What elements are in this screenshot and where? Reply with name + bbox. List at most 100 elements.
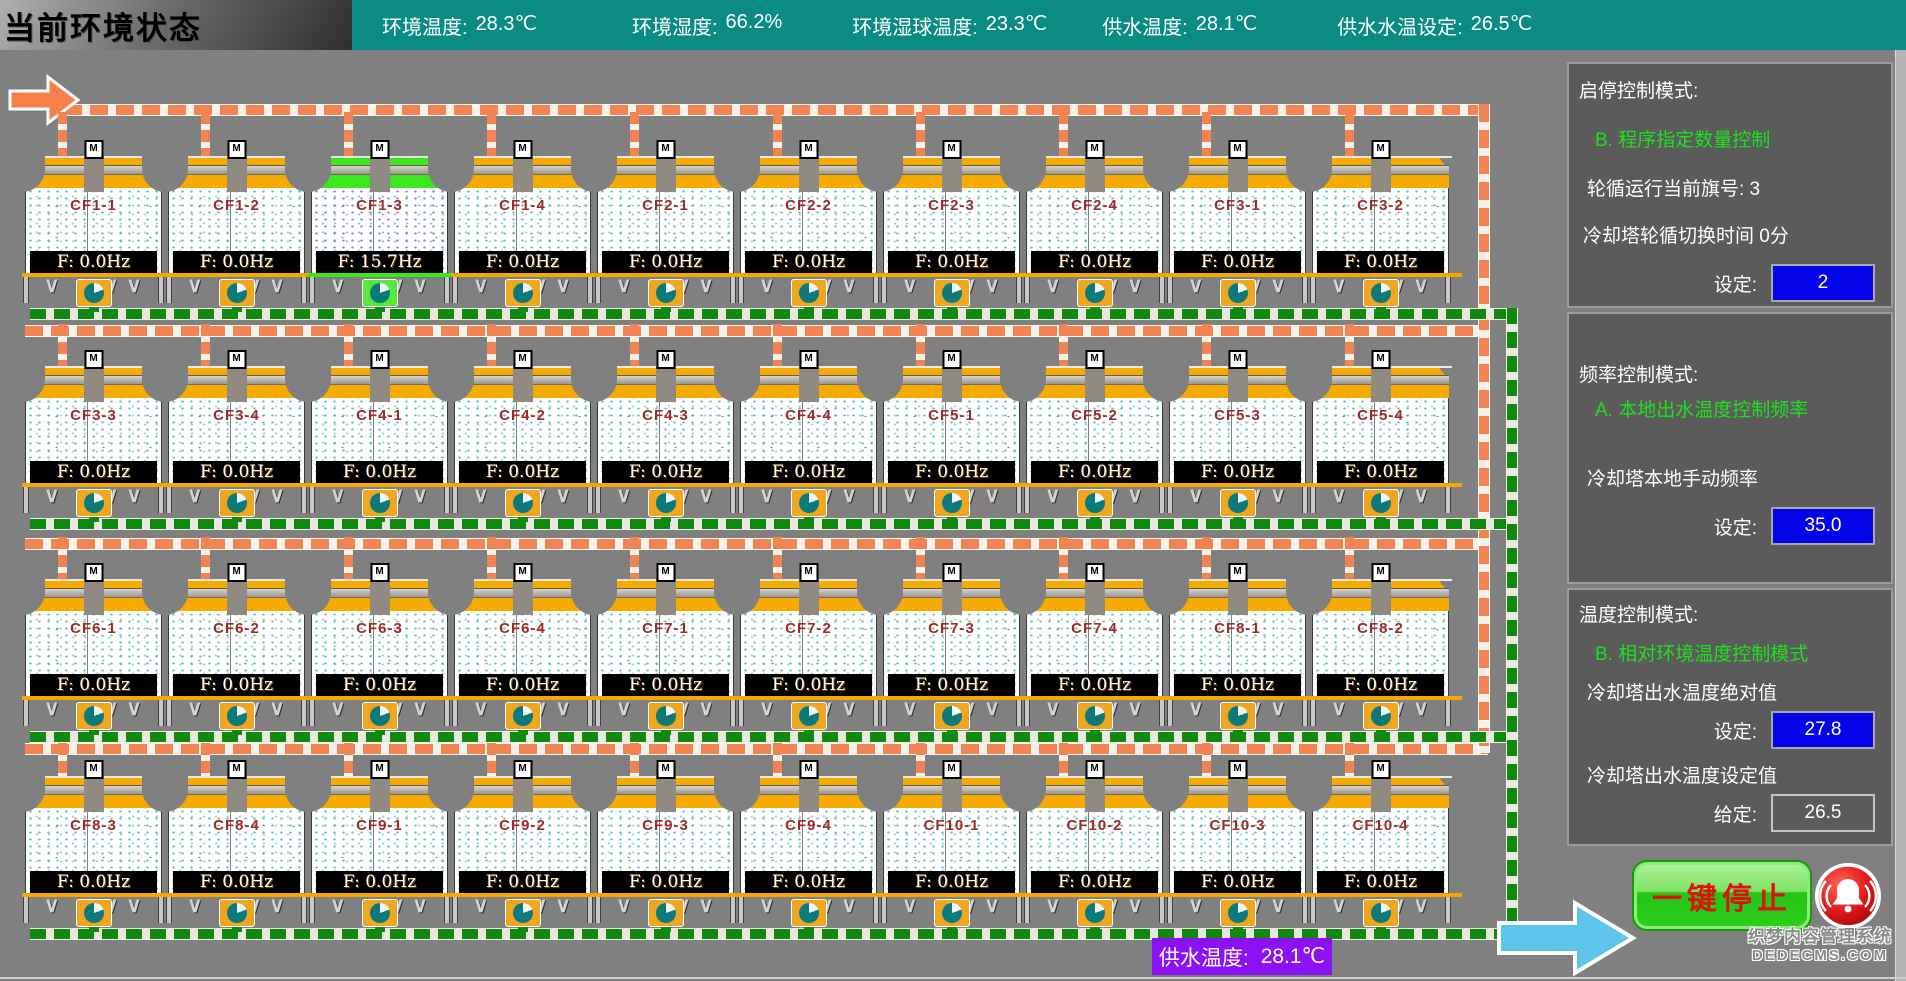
- support-post: [1016, 700, 1022, 726]
- frequency-display[interactable]: F: 0.0Hz: [173, 871, 300, 893]
- frequency-display[interactable]: F: 0.0Hz: [173, 251, 300, 273]
- pump-icon[interactable]: [1220, 702, 1256, 730]
- pump-impeller-icon: [1228, 706, 1248, 726]
- frequency-display[interactable]: F: 0.0Hz: [459, 461, 586, 483]
- cooling-tower[interactable]: M CF8-2 F: 0.0Hz ∨ ∨ ∨: [1309, 563, 1452, 731]
- frequency-display[interactable]: F: 0.0Hz: [316, 871, 443, 893]
- cooling-tower[interactable]: M CF5-4 F: 0.0Hz ∨ ∨ ∨: [1309, 350, 1452, 518]
- tower-base: [1309, 893, 1452, 897]
- pump-icon[interactable]: [1220, 899, 1256, 927]
- pump-icon[interactable]: [1363, 899, 1399, 927]
- frequency-display[interactable]: F: 0.0Hz: [1031, 251, 1158, 273]
- pump-icon[interactable]: [934, 279, 970, 307]
- pump-icon[interactable]: [362, 702, 398, 730]
- pump-icon[interactable]: [648, 899, 684, 927]
- frequency-display[interactable]: F: 0.0Hz: [602, 461, 729, 483]
- pump-icon[interactable]: [934, 702, 970, 730]
- manual-frequency-setpoint-input[interactable]: 35.0: [1771, 507, 1875, 545]
- frequency-display[interactable]: F: 0.0Hz: [316, 674, 443, 696]
- pump-icon[interactable]: [1077, 489, 1113, 517]
- pump-icon[interactable]: [219, 899, 255, 927]
- pump-icon[interactable]: [219, 279, 255, 307]
- pump-impeller-icon: [227, 903, 247, 923]
- pump-icon[interactable]: [1363, 702, 1399, 730]
- frequency-display[interactable]: F: 0.0Hz: [745, 674, 872, 696]
- frequency-display[interactable]: F: 0.0Hz: [459, 251, 586, 273]
- pump-icon[interactable]: [1363, 489, 1399, 517]
- frequency-display[interactable]: F: 0.0Hz: [1031, 871, 1158, 893]
- frequency-display[interactable]: F: 0.0Hz: [173, 461, 300, 483]
- pump-icon[interactable]: [505, 899, 541, 927]
- pump-icon[interactable]: [76, 279, 112, 307]
- pump-icon[interactable]: [362, 279, 398, 307]
- frequency-display[interactable]: F: 0.0Hz: [30, 461, 157, 483]
- pump-icon[interactable]: [505, 489, 541, 517]
- pump-icon[interactable]: [934, 489, 970, 517]
- frequency-display[interactable]: F: 0.0Hz: [459, 674, 586, 696]
- tower-label: CF2-2: [741, 197, 876, 214]
- frequency-display[interactable]: F: 0.0Hz: [1031, 674, 1158, 696]
- pump-icon[interactable]: [791, 899, 827, 927]
- frequency-display[interactable]: F: 0.0Hz: [1317, 461, 1444, 483]
- pump-icon[interactable]: [1077, 279, 1113, 307]
- frequency-display[interactable]: F: 0.0Hz: [316, 461, 443, 483]
- frequency-display[interactable]: F: 0.0Hz: [30, 871, 157, 893]
- tower-legs: ∨ ∨ ∨: [25, 487, 162, 518]
- frequency-display[interactable]: F: 0.0Hz: [1031, 461, 1158, 483]
- tower-count-setpoint-input[interactable]: 2: [1771, 264, 1875, 302]
- pump-icon[interactable]: [505, 702, 541, 730]
- frequency-display[interactable]: F: 0.0Hz: [173, 674, 300, 696]
- tower-label: CF1-1: [26, 197, 161, 214]
- frequency-display[interactable]: F: 0.0Hz: [1174, 251, 1301, 273]
- pump-icon[interactable]: [934, 899, 970, 927]
- support-post: [1024, 700, 1030, 726]
- alarm-bell-icon[interactable]: [1814, 862, 1882, 930]
- frequency-display[interactable]: F: 0.0Hz: [1317, 674, 1444, 696]
- frequency-display[interactable]: F: 0.0Hz: [745, 461, 872, 483]
- frequency-display[interactable]: F: 0.0Hz: [1174, 461, 1301, 483]
- pump-icon[interactable]: [1077, 899, 1113, 927]
- frequency-display[interactable]: F: 0.0Hz: [602, 251, 729, 273]
- pump-icon[interactable]: [791, 489, 827, 517]
- frequency-display[interactable]: F: 0.0Hz: [888, 251, 1015, 273]
- right-scroll-strip[interactable]: [1895, 50, 1906, 981]
- fan-hub: [370, 577, 390, 615]
- frequency-display[interactable]: F: 0.0Hz: [1174, 871, 1301, 893]
- pump-icon[interactable]: [219, 702, 255, 730]
- pump-icon[interactable]: [1077, 702, 1113, 730]
- pump-icon[interactable]: [791, 702, 827, 730]
- frequency-display[interactable]: F: 0.0Hz: [30, 674, 157, 696]
- pump-icon[interactable]: [1220, 489, 1256, 517]
- frequency-display[interactable]: F: 0.0Hz: [745, 251, 872, 273]
- frequency-display[interactable]: F: 0.0Hz: [602, 674, 729, 696]
- pump-icon[interactable]: [648, 489, 684, 517]
- pump-icon[interactable]: [505, 279, 541, 307]
- pump-icon[interactable]: [76, 702, 112, 730]
- pump-icon[interactable]: [76, 489, 112, 517]
- frequency-display[interactable]: F: 0.0Hz: [30, 251, 157, 273]
- pump-icon[interactable]: [648, 279, 684, 307]
- frequency-display[interactable]: F: 0.0Hz: [1174, 674, 1301, 696]
- pump-icon[interactable]: [648, 702, 684, 730]
- pump-icon[interactable]: [791, 279, 827, 307]
- pump-icon[interactable]: [1220, 279, 1256, 307]
- frequency-display[interactable]: F: 0.0Hz: [602, 871, 729, 893]
- frequency-display[interactable]: F: 0.0Hz: [888, 674, 1015, 696]
- frequency-display[interactable]: F: 0.0Hz: [745, 871, 872, 893]
- pump-icon[interactable]: [362, 489, 398, 517]
- frequency-display[interactable]: F: 0.0Hz: [1317, 871, 1444, 893]
- pump-icon[interactable]: [1363, 279, 1399, 307]
- frequency-display[interactable]: F: 0.0Hz: [888, 871, 1015, 893]
- outlet-temp-setpoint-input[interactable]: 27.8: [1771, 711, 1875, 749]
- cooling-tower[interactable]: M CF10-4 F: 0.0Hz ∨ ∨ ∨: [1309, 760, 1452, 928]
- pump-icon[interactable]: [362, 899, 398, 927]
- cooling-tower[interactable]: M CF3-2 F: 0.0Hz ∨ ∨ ∨: [1309, 140, 1452, 308]
- tower-label: CF7-1: [598, 620, 733, 637]
- frequency-display[interactable]: F: 0.0Hz: [459, 871, 586, 893]
- frequency-display[interactable]: F: 0.0Hz: [888, 461, 1015, 483]
- one-key-stop-button[interactable]: 一键停止: [1632, 860, 1812, 931]
- frequency-display[interactable]: F: 15.7Hz: [316, 251, 443, 273]
- pump-icon[interactable]: [76, 899, 112, 927]
- pump-icon[interactable]: [219, 489, 255, 517]
- frequency-display[interactable]: F: 0.0Hz: [1317, 251, 1444, 273]
